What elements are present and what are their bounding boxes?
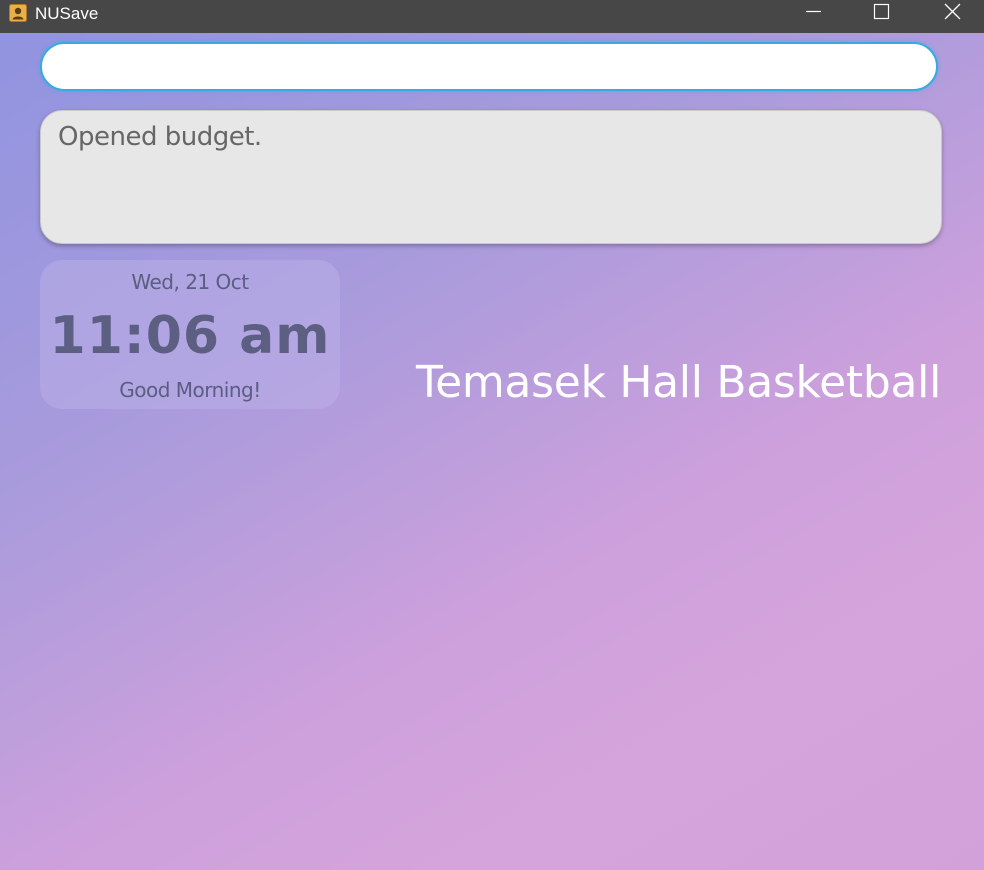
clock-greeting: Good Morning! xyxy=(119,378,261,402)
window-title: NUSave xyxy=(35,4,99,23)
close-button[interactable] xyxy=(929,0,975,33)
clock-card: Wed, 21 Oct 11:06 am Good Morning! xyxy=(40,260,340,409)
minimize-button[interactable] xyxy=(790,0,836,33)
command-input[interactable] xyxy=(40,42,938,91)
budget-title: Temasek Hall Basketball xyxy=(416,357,941,408)
clock-time: 11:06 am xyxy=(49,306,331,366)
result-display[interactable]: Opened budget. xyxy=(40,110,942,244)
window-titlebar: NUSave xyxy=(0,0,984,33)
maximize-icon xyxy=(873,3,890,20)
minimize-icon xyxy=(806,10,821,13)
clock-date: Wed, 21 Oct xyxy=(131,270,249,294)
contact-card-icon xyxy=(9,4,27,22)
close-icon xyxy=(944,3,961,20)
maximize-button[interactable] xyxy=(858,0,904,33)
result-message: Opened budget. xyxy=(58,122,262,152)
